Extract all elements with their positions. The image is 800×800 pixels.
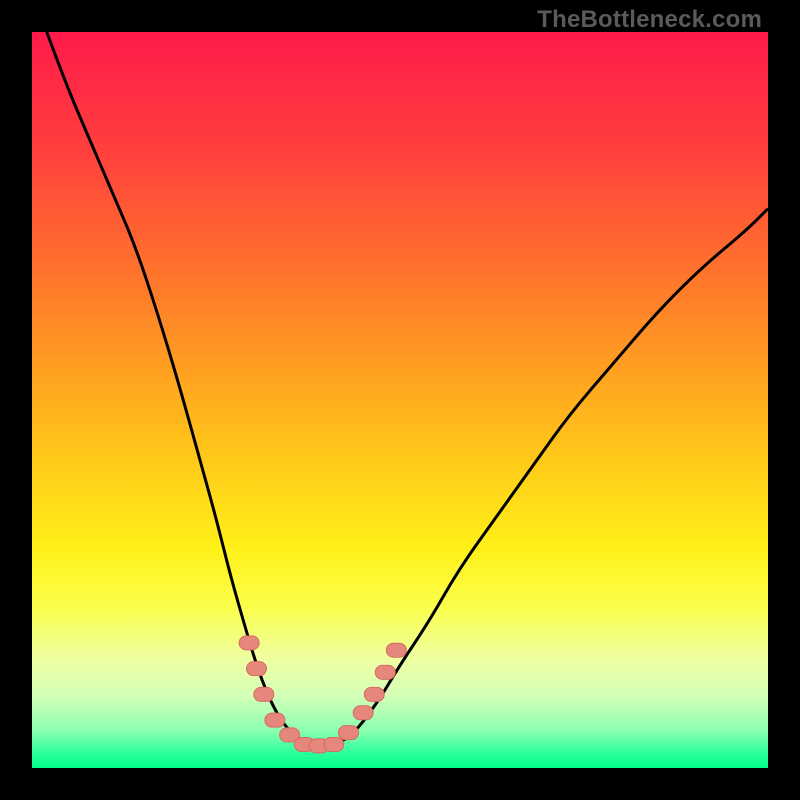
bottleneck-curve xyxy=(47,32,768,746)
valley-markers xyxy=(239,636,406,753)
plot-area xyxy=(32,32,768,768)
valley-marker xyxy=(353,706,373,720)
valley-marker xyxy=(375,665,395,679)
chart-svg xyxy=(32,32,768,768)
valley-marker xyxy=(265,713,285,727)
outer-frame: TheBottleneck.com xyxy=(0,0,800,800)
valley-marker xyxy=(324,737,344,751)
valley-marker xyxy=(239,636,259,650)
valley-marker xyxy=(254,687,274,701)
valley-marker xyxy=(386,643,406,657)
valley-marker xyxy=(246,662,266,676)
valley-marker xyxy=(364,687,384,701)
valley-marker xyxy=(338,726,358,740)
watermark-text: TheBottleneck.com xyxy=(537,6,762,34)
